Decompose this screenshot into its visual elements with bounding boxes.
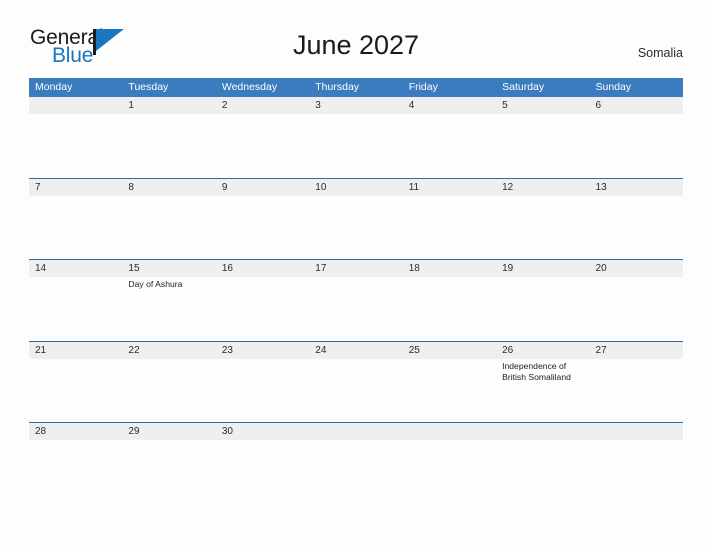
day-number: 12	[502, 181, 514, 193]
calendar-day-cell-18[interactable]: 18	[403, 260, 496, 341]
page-title: June 2027	[292, 30, 420, 60]
weekday-header-tuesday: Tuesday	[128, 81, 169, 93]
day-number: 13	[595, 181, 607, 193]
calendar-week-row: 14 15 Day of Ashura 16 17 18 19 20	[29, 259, 683, 341]
day-number: 4	[408, 100, 415, 111]
weekday-header-saturday: Saturday	[502, 81, 545, 93]
day-number	[315, 423, 402, 440]
holiday-label: Day of Ashura	[128, 279, 183, 289]
calendar-day-cell-16[interactable]: 16	[216, 260, 309, 341]
weekday-header-wednesday: Wednesday	[221, 81, 278, 93]
day-number: 10	[315, 181, 327, 193]
day-number: 23	[221, 344, 233, 356]
holiday-label: Independence of British Somaliland	[502, 360, 571, 383]
calendar-day-cell-5[interactable]: 5	[496, 97, 589, 178]
day-number: 30	[221, 426, 233, 437]
country-label: Somalia	[637, 46, 683, 60]
day-number	[35, 97, 122, 114]
day-number: 11	[408, 181, 420, 193]
calendar-day-cell-29[interactable]: 29	[122, 423, 215, 449]
day-number: 18	[408, 263, 420, 274]
calendar-day-cell-empty	[590, 423, 683, 449]
weekday-header-sunday: Sunday	[595, 81, 632, 93]
calendar-day-cell-25[interactable]: 25	[403, 342, 496, 423]
calendar-week-row: 1 2 3 4 5 6	[29, 97, 683, 178]
day-number: 1	[128, 100, 134, 111]
calendar-week-row: 28 29 30	[29, 422, 683, 449]
day-cells: 28 29 30	[29, 423, 683, 449]
day-number: 9	[221, 181, 228, 193]
day-number: 24	[315, 344, 327, 356]
day-cells: 1 2 3 4 5 6	[29, 97, 683, 178]
calendar-day-cell-14[interactable]: 14	[29, 260, 122, 341]
calendar-week-row: 21 22 23 24 25 26 Independence of British Soma…	[29, 340, 683, 423]
day-number: 27	[595, 344, 607, 356]
day-number: 26	[502, 344, 514, 356]
calendar-day-cell-2[interactable]: 2	[216, 97, 309, 178]
day-cells: 7 8 9 10 11 12 13	[29, 179, 683, 260]
calendar-day-cell-7[interactable]: 7	[29, 179, 122, 260]
day-number: 29	[128, 426, 140, 437]
calendar-day-cell-26[interactable]: 26 Independence of British Somaliland	[496, 342, 589, 423]
weekday-header-thursday: Thursday	[315, 81, 360, 93]
calendar-day-cell-4[interactable]: 4	[403, 97, 496, 178]
day-number: 21	[35, 344, 47, 356]
calendar-day-cell-8[interactable]: 8	[122, 179, 215, 260]
calendar-day-cell-27[interactable]: 27	[590, 342, 683, 423]
day-number: 28	[35, 426, 47, 437]
day-number: 15	[128, 263, 140, 274]
day-number: 22	[128, 344, 140, 356]
page-header: General Blue June 2027 Somalia	[0, 0, 712, 66]
calendar-day-cell-10[interactable]: 10	[309, 179, 402, 260]
calendar-day-cell-6[interactable]: 6	[590, 97, 683, 178]
day-number: 8	[128, 181, 134, 193]
day-number: 3	[315, 100, 321, 111]
calendar-page: General Blue June 2027 Somalia Monday Tue…	[0, 0, 712, 550]
day-number	[596, 423, 683, 440]
calendar-day-cell-22[interactable]: 22	[122, 342, 215, 423]
weekday-header-friday: Friday	[408, 81, 438, 93]
weekday-header-monday: Monday	[35, 81, 73, 93]
calendar-day-cell-9[interactable]: 9	[216, 179, 309, 260]
calendar-day-cell-20[interactable]: 20	[590, 260, 683, 341]
day-cells: 14 15 Day of Ashura 16 17 18 19 20	[29, 260, 683, 341]
day-number: 2	[221, 100, 228, 111]
day-number: 5	[502, 100, 508, 111]
calendar-day-cell-empty	[309, 423, 402, 449]
day-number: 19	[502, 263, 514, 274]
calendar-day-cell-28[interactable]: 28	[29, 423, 122, 449]
calendar-day-cell-19[interactable]: 19	[496, 260, 589, 341]
day-number	[409, 423, 496, 440]
calendar-day-cell-empty	[403, 423, 496, 449]
calendar-day-cell-17[interactable]: 17	[309, 260, 402, 341]
calendar-day-cell-1[interactable]: 1	[122, 97, 215, 178]
day-number: 20	[595, 263, 607, 274]
day-number: 25	[408, 344, 420, 356]
calendar-day-cell-21[interactable]: 21	[29, 342, 122, 423]
calendar-day-cell-11[interactable]: 11	[403, 179, 496, 260]
calendar-weeks: 1 2 3 4 5 6 7 8 9 10 11 12 13 14 15 Day of Ashura 16 17 18…	[29, 97, 683, 449]
day-number: 14	[35, 263, 47, 274]
calendar-grid: Monday Tuesday Wednesday Thursday Friday Satu…	[29, 78, 683, 449]
day-number: 6	[595, 100, 602, 111]
weekday-header-row: Monday Tuesday Wednesday Thursday Friday Satu…	[29, 78, 683, 97]
day-cells: 21 22 23 24 25 26 Independence of British Soma…	[29, 342, 683, 423]
calendar-day-cell-13[interactable]: 13	[590, 179, 683, 260]
calendar-day-cell-empty	[29, 97, 122, 178]
calendar-day-cell-23[interactable]: 23	[216, 342, 309, 423]
day-number: 7	[35, 181, 41, 193]
calendar-day-cell-empty	[496, 423, 589, 449]
calendar-day-cell-3[interactable]: 3	[309, 97, 402, 178]
calendar-day-cell-15[interactable]: 15 Day of Ashura	[122, 260, 215, 341]
calendar-day-cell-12[interactable]: 12	[496, 179, 589, 260]
calendar-week-row: 7 8 9 10 11 12 13	[29, 177, 683, 260]
day-number: 17	[315, 263, 327, 274]
day-number	[502, 423, 589, 440]
day-number: 16	[221, 263, 233, 274]
calendar-day-cell-30[interactable]: 30	[216, 423, 309, 449]
calendar-day-cell-24[interactable]: 24	[309, 342, 402, 423]
